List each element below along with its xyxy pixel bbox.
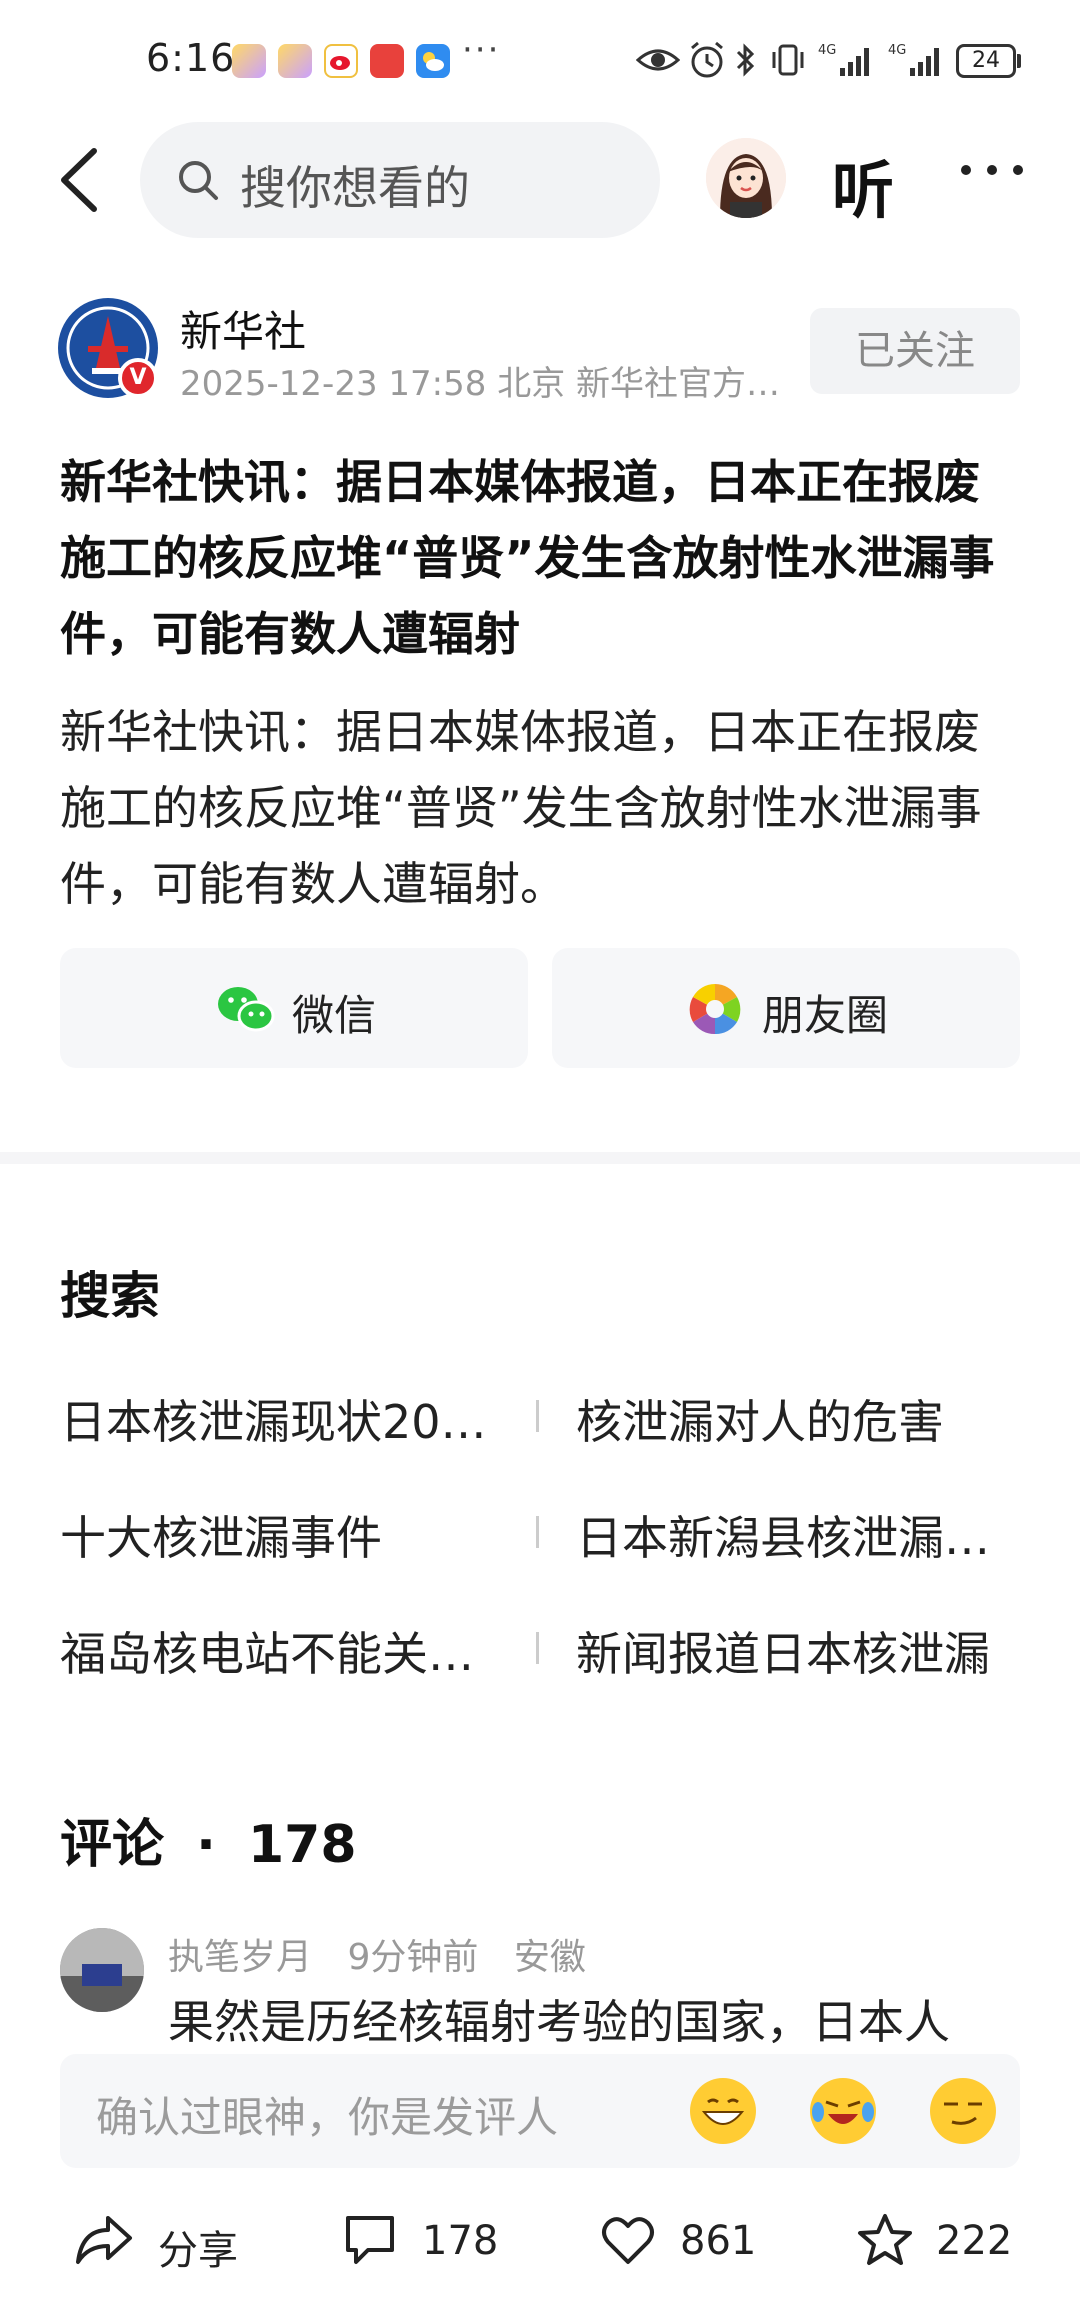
search-placeholder: 搜你想看的 (240, 161, 470, 215)
search-icon (179, 161, 218, 200)
section-divider (0, 1152, 1080, 1164)
share-label: 分享 (158, 2228, 238, 2274)
comment-meta: 执笔岁月 9分钟前 安徽 (168, 1928, 586, 1980)
weibo-icon (324, 44, 358, 78)
svg-text:4G: 4G (888, 43, 906, 58)
suggestion-separator (536, 1516, 539, 1548)
app-notification-icon (278, 44, 312, 78)
battery-indicator: 24 (956, 44, 1016, 78)
share-wechat-label: 微信 (292, 991, 377, 1040)
share-moments-label: 朋友圈 (762, 991, 889, 1040)
commenter-avatar[interactable] (60, 1928, 144, 2012)
share-button[interactable]: 分享 (74, 2208, 254, 2274)
alarm-icon (691, 41, 723, 78)
comments-title-dot: · (196, 1815, 216, 1875)
back-arrow-icon (61, 148, 97, 212)
comments-title-label: 评论 (60, 1815, 165, 1875)
grin-emoji-icon[interactable] (690, 2078, 756, 2144)
favorite-button[interactable]: 222 (856, 2208, 1016, 2272)
assistant-avatar[interactable] (706, 138, 786, 218)
comment-count: 178 (422, 2218, 499, 2264)
comment-input-placeholder: 确认过眼神，你是发评人 (96, 2093, 559, 2142)
smirk-emoji-icon[interactable] (930, 2078, 996, 2144)
status-time: 6:16 (146, 36, 236, 80)
suggestion-separator (536, 1632, 539, 1664)
commenter-avatar-image (60, 1928, 144, 2012)
share-moments-button[interactable]: 朋友圈 (552, 948, 1020, 1068)
status-more: ··· (462, 30, 501, 70)
comment-time: 9分钟前 (347, 1937, 479, 1978)
app-notification-icon (232, 44, 266, 78)
author-meta: 2025-12-23 17:58 北京 新华社官方账号 (180, 364, 780, 404)
comment-button[interactable]: 178 (342, 2208, 502, 2272)
weather-app-icon (416, 44, 450, 78)
share-arrow-icon (76, 2216, 132, 2264)
battery-tip (1017, 54, 1021, 68)
search-suggestion[interactable]: 日本核泄漏现状2025 (60, 1386, 490, 1452)
follow-button[interactable]: 已关注 (810, 308, 1020, 394)
share-wechat-button[interactable]: 微信 (60, 948, 528, 1068)
like-count: 861 (680, 2218, 757, 2264)
comments-count: 178 (248, 1815, 357, 1875)
verified-badge: V (118, 358, 158, 398)
comment-input[interactable]: 确认过眼神，你是发评人 (60, 2054, 1020, 2168)
search-suggestion[interactable]: 十大核泄漏事件 (60, 1502, 490, 1568)
article-title: 新华社快讯：据日本媒体报道，日本正在报废施工的核反应堆“普贤”发生含放射性水泄漏… (60, 455, 995, 661)
girl-avatar-icon (706, 138, 786, 218)
wechat-icon (218, 987, 275, 1032)
eye-comfort-icon (636, 49, 680, 71)
signal-4g-icon: 4G (818, 43, 869, 76)
search-bar[interactable]: 搜你想看的 (140, 122, 660, 238)
search-section-title: 搜索 (60, 1267, 160, 1325)
article-body: 新华社快讯：据日本媒体报道，日本正在报废施工的核反应堆“普贤”发生含放射性水泄漏… (60, 705, 982, 911)
comments-title: 评论 · 178 (60, 1802, 357, 1877)
suggestion-separator (536, 1400, 539, 1432)
heart-icon (602, 2217, 654, 2264)
comment-bubble-icon (346, 2216, 394, 2264)
star-icon (858, 2214, 912, 2265)
search-suggestion[interactable]: 核泄漏对人的危害 (576, 1386, 1020, 1452)
listen-button[interactable]: 听 (832, 140, 894, 230)
comment-user[interactable]: 执笔岁月 (168, 1937, 312, 1978)
more-dots-icon (961, 165, 1023, 175)
status-bar: 6:16 ··· 4G 4G 24 (0, 0, 1080, 120)
favorite-count: 222 (936, 2218, 1013, 2264)
search-suggestion[interactable]: 新闻报道日本核泄漏 (576, 1618, 1020, 1684)
like-button[interactable]: 861 (600, 2208, 760, 2272)
bottom-action-bar: 分享 178 861 222 (0, 2190, 1080, 2290)
signal-4g-icon: 4G (888, 43, 939, 76)
huawei-app-icon (370, 44, 404, 78)
laugh-cry-emoji-icon[interactable] (810, 2078, 876, 2144)
more-button[interactable] (956, 150, 1028, 190)
moments-icon (689, 983, 741, 1035)
bluetooth-icon (736, 43, 755, 77)
back-button[interactable] (54, 145, 104, 215)
comment-location: 安徽 (513, 1937, 586, 1978)
author-name[interactable]: 新华社 (180, 298, 306, 359)
search-suggestion[interactable]: 日本新潟县核泄漏事件 (576, 1502, 1020, 1568)
svg-text:4G: 4G (818, 43, 836, 58)
comment-text: 果然是历经核辐射考验的国家，日本人 (168, 1995, 950, 2049)
vibrate-icon (772, 44, 804, 76)
search-suggestion[interactable]: 福岛核电站不能关闭的原因 (60, 1618, 490, 1684)
